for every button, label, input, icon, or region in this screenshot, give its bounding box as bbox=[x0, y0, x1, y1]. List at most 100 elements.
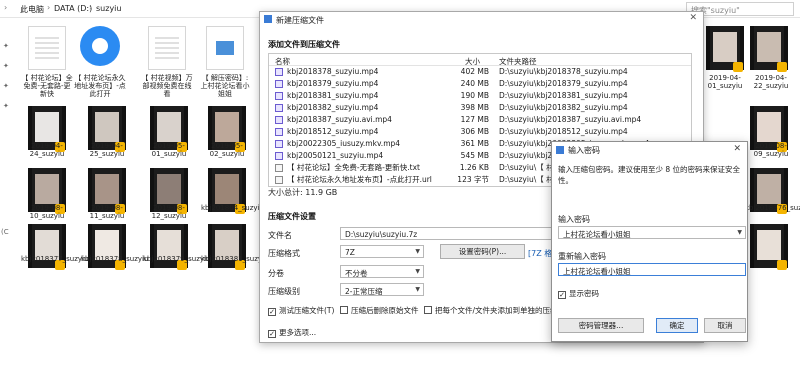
settings-heading: 压缩文件设置 bbox=[268, 212, 316, 221]
file-size: 1.26 KB bbox=[459, 163, 489, 172]
file-label: 2019-04-24_suzyiu bbox=[29, 142, 65, 158]
enter-password-label: 输入密码 bbox=[558, 215, 590, 224]
delete-after-checkbox[interactable]: 压缩后删除原始文件 bbox=[340, 305, 419, 316]
format-select[interactable]: 7Z ▼ bbox=[340, 245, 424, 258]
file-size: 127 MB bbox=[460, 115, 489, 124]
close-icon[interactable]: ✕ bbox=[689, 13, 697, 23]
chevron-down-icon: ▼ bbox=[737, 229, 742, 236]
up-arrow-icon[interactable]: › bbox=[4, 3, 7, 12]
file-label: 2019-05-01_suzyiu bbox=[151, 142, 187, 158]
breadcrumb-drive[interactable]: DATA (D:) bbox=[54, 4, 92, 13]
split-select[interactable]: 不分卷 ▼ bbox=[340, 265, 424, 278]
file-size: 545 MB bbox=[460, 151, 489, 160]
file-label: 【 村花论坛】全免费-无套路-更新快 bbox=[21, 74, 73, 98]
file-row[interactable]: kbj2018382_suzyiu.mp4 398 MB D:\suzyiu\kbj… bbox=[269, 103, 691, 113]
show-password-checkbox[interactable]: ✓ 显示密码 bbox=[558, 288, 599, 299]
filename-label: 文件名 bbox=[268, 231, 292, 240]
file-label: 2019-08-11_suzyiu bbox=[89, 204, 125, 220]
total-size: 大小总计: 11.9 GB bbox=[268, 188, 338, 197]
checkmark-icon: ✓ bbox=[268, 308, 276, 316]
browser-icon[interactable] bbox=[80, 26, 120, 66]
file-path: D:\suzyiu\kbj2018512_suzyiu.mp4 bbox=[499, 127, 628, 136]
app-icon bbox=[556, 146, 564, 154]
file-label: 【 解压密码】: 上村花论坛看小姐姐 bbox=[200, 74, 250, 98]
chevron-right-icon: › bbox=[47, 3, 51, 12]
image-file-thumbnail[interactable] bbox=[206, 26, 244, 70]
drive-label[interactable]: (C bbox=[1, 228, 9, 236]
video-thumbnail[interactable] bbox=[750, 26, 788, 72]
file-path: D:\suzyiu\kbj2018382_suzyiu.mp4 bbox=[499, 103, 628, 112]
file-label: 2019-08-12_suzyiu bbox=[151, 204, 187, 220]
file-label: 2019-08-09_suzyiu bbox=[753, 142, 789, 158]
text-file-thumbnail[interactable] bbox=[28, 26, 66, 70]
video-file-icon bbox=[275, 140, 283, 148]
file-row[interactable]: kbj2018379_suzyiu.mp4 240 MB D:\suzyiu\kbj… bbox=[269, 79, 691, 89]
pin-icon[interactable]: ✦ bbox=[3, 102, 9, 110]
file-label: kbj2018378_suzyiu bbox=[81, 255, 149, 263]
url-file-icon bbox=[275, 176, 283, 184]
video-file-icon bbox=[275, 68, 283, 76]
ok-button[interactable]: 确定 bbox=[656, 318, 698, 333]
text-file-icon bbox=[275, 164, 283, 172]
level-select[interactable]: 2-正常压缩 ▼ bbox=[340, 283, 424, 296]
file-size: 361 MB bbox=[460, 139, 489, 148]
column-name[interactable]: 名称 bbox=[275, 56, 290, 67]
file-path: D:\suzyiu\kbj2018378_suzyiu.mp4 bbox=[499, 67, 628, 76]
level-label: 压缩级别 bbox=[268, 287, 300, 296]
breadcrumb-folder[interactable]: suzyiu bbox=[96, 4, 121, 13]
file-label: kbj2018379_suzyiu bbox=[143, 255, 211, 263]
file-label: 2019-04-25_suzyiu bbox=[89, 142, 125, 158]
test-archive-checkbox[interactable]: ✓ 测试压缩文件(T) bbox=[268, 305, 334, 316]
file-row[interactable]: kbj2018381_suzyiu.mp4 190 MB D:\suzyiu\kbj… bbox=[269, 91, 691, 101]
video-file-icon bbox=[275, 128, 283, 136]
pin-icon[interactable]: ✦ bbox=[3, 82, 9, 90]
file-list-header: 名称 大小 文件夹路径 bbox=[269, 54, 691, 66]
window-title: 新建压缩文件 bbox=[260, 12, 703, 26]
column-path[interactable]: 文件夹路径 bbox=[499, 56, 537, 67]
breadcrumb-this-pc[interactable]: 此电脑 bbox=[20, 4, 44, 15]
file-row[interactable]: kbj2018378_suzyiu.mp4 402 MB D:\suzyiu\kbj… bbox=[269, 67, 691, 77]
pin-icon[interactable]: ✦ bbox=[3, 42, 9, 50]
password-field[interactable]: 上村花论坛看小姐姐 ▼ bbox=[558, 226, 746, 239]
dialog-title: 输入密码 bbox=[568, 146, 600, 155]
text-file-thumbnail[interactable] bbox=[148, 26, 186, 70]
file-row[interactable]: kbj2018387_suzyiu.avi.mp4 127 MB D:\suzyiu… bbox=[269, 115, 691, 125]
file-size: 123 字节 bbox=[457, 175, 489, 184]
chevron-right-icon: › bbox=[89, 3, 93, 12]
chevron-down-icon: ▼ bbox=[415, 268, 420, 275]
password-manager-button[interactable]: 密码管理器... bbox=[558, 318, 644, 333]
video-thumbnail[interactable] bbox=[706, 26, 744, 72]
video-file-icon bbox=[275, 152, 283, 160]
video-file-icon bbox=[275, 80, 283, 88]
file-path: D:\suzyiu\kbj2018387_suzyiu.avi.mp4 bbox=[499, 115, 642, 124]
password-dialog: 输入密码 ✕ 输入压缩包密码。建议使用至少 8 位的密码来保证安全性。 输入密码… bbox=[551, 141, 748, 342]
pin-icon[interactable]: ✦ bbox=[3, 62, 9, 70]
file-label: kbj2018377_suzyiu bbox=[21, 255, 89, 263]
filename-field[interactable]: D:\suzyiu\suzyiu.7z bbox=[340, 227, 555, 240]
video-thumbnail[interactable] bbox=[750, 224, 788, 270]
set-password-button[interactable]: 设置密码(P)... bbox=[440, 244, 525, 259]
file-label: kbj2018376_suzyiu bbox=[745, 204, 800, 212]
checkmark-icon: ✓ bbox=[558, 291, 566, 299]
chevron-down-icon: ▼ bbox=[415, 248, 420, 255]
file-row[interactable]: kbj2018512_suzyiu.mp4 306 MB D:\suzyiu\kbj… bbox=[269, 127, 691, 137]
cancel-button[interactable]: 取消 bbox=[704, 318, 746, 333]
video-file-icon bbox=[275, 104, 283, 112]
app-icon bbox=[264, 15, 272, 23]
file-size: 398 MB bbox=[460, 103, 489, 112]
dialog-titlebar: 输入密码 ✕ bbox=[552, 142, 747, 158]
more-options-checkbox[interactable]: ✓ 更多选项... bbox=[268, 327, 316, 338]
file-path: D:\suzyiu\kbj2018379_suzyiu.mp4 bbox=[499, 79, 628, 88]
video-file-icon bbox=[275, 92, 283, 100]
file-label: 2019-04-01_suzyiu bbox=[707, 74, 743, 90]
reenter-password-field[interactable]: 上村花论坛看小姐姐 bbox=[558, 263, 746, 276]
close-icon[interactable]: ✕ bbox=[733, 144, 741, 154]
file-label: 【 村花论坛永久地址发布页】-点此打开 bbox=[74, 74, 126, 98]
file-size: 402 MB bbox=[460, 67, 489, 76]
reenter-password-label: 重新输入密码 bbox=[558, 252, 606, 261]
navigation-pane: ✦ ✦ ✦ ✦ (C bbox=[0, 18, 14, 372]
file-size: 240 MB bbox=[460, 79, 489, 88]
column-size[interactable]: 大小 bbox=[465, 56, 480, 67]
file-label: 2019-04-22_suzyiu bbox=[753, 74, 789, 90]
video-file-icon bbox=[275, 116, 283, 124]
